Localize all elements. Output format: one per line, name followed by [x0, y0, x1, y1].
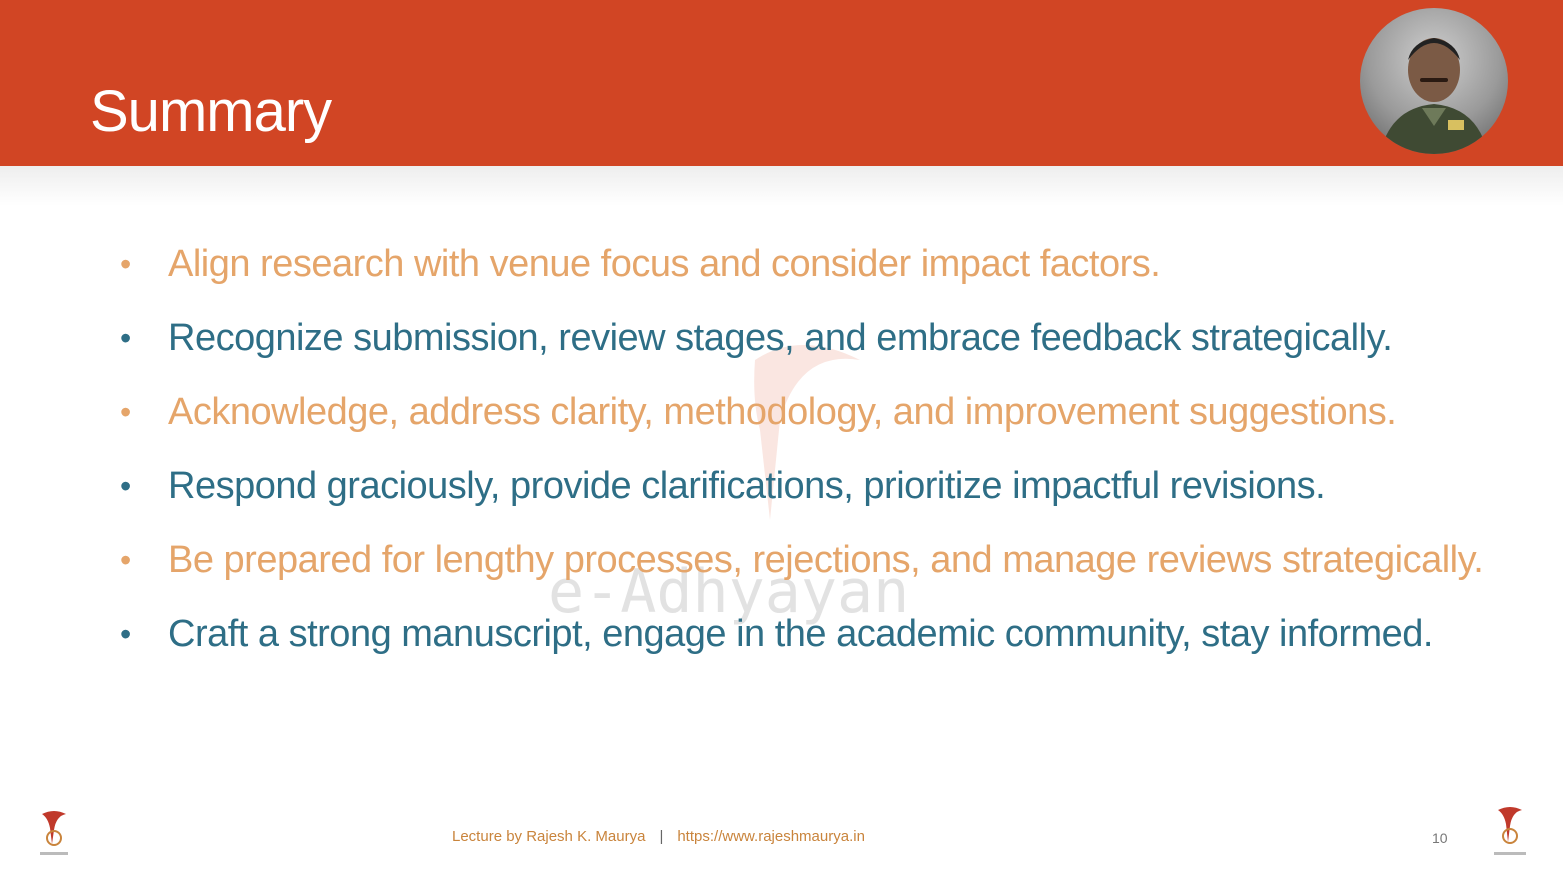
list-item: • Respond graciously, provide clarificat…	[120, 460, 1520, 512]
footer-separator: |	[659, 828, 664, 845]
footer-credit: Lecture by Rajesh K. Maurya | https://www.…	[452, 828, 865, 845]
e-adhyayan-logo-icon	[40, 811, 68, 855]
bullet-icon: •	[120, 468, 131, 504]
website-link[interactable]: https://www.rajeshmaurya.in	[677, 828, 865, 845]
bullet-icon: •	[120, 246, 131, 282]
slide-header: Summary	[0, 0, 1563, 166]
bullet-icon: •	[120, 320, 131, 356]
presenter-avatar	[1360, 8, 1508, 154]
e-adhyayan-logo-icon	[1494, 807, 1526, 855]
list-item: • Align research with venue focus and co…	[120, 238, 1520, 290]
lecture-credit: Lecture by Rajesh K. Maurya	[452, 828, 646, 845]
bullet-icon: •	[120, 394, 131, 430]
list-item: • Recognize submission, review stages, a…	[120, 312, 1520, 364]
bullet-text: Craft a strong manuscript, engage in the…	[168, 613, 1433, 655]
bullet-icon: •	[120, 542, 131, 578]
bullet-text: Respond graciously, provide clarificatio…	[168, 465, 1326, 507]
bullet-text: Align research with venue focus and cons…	[168, 243, 1161, 285]
list-item: • Craft a strong manuscript, engage in t…	[120, 608, 1520, 660]
summary-list: • Align research with venue focus and co…	[120, 238, 1520, 682]
bullet-text: Acknowledge, address clarity, methodolog…	[168, 391, 1397, 433]
bullet-icon: •	[120, 616, 131, 652]
page-number: 10	[1432, 830, 1448, 846]
header-shadow	[0, 166, 1563, 206]
bullet-text: Be prepared for lengthy processes, rejec…	[168, 539, 1484, 581]
list-item: • Acknowledge, address clarity, methodol…	[120, 386, 1520, 438]
bullet-text: Recognize submission, review stages, and…	[168, 317, 1393, 359]
slide-title: Summary	[90, 79, 332, 144]
list-item: • Be prepared for lengthy processes, rej…	[120, 534, 1520, 586]
